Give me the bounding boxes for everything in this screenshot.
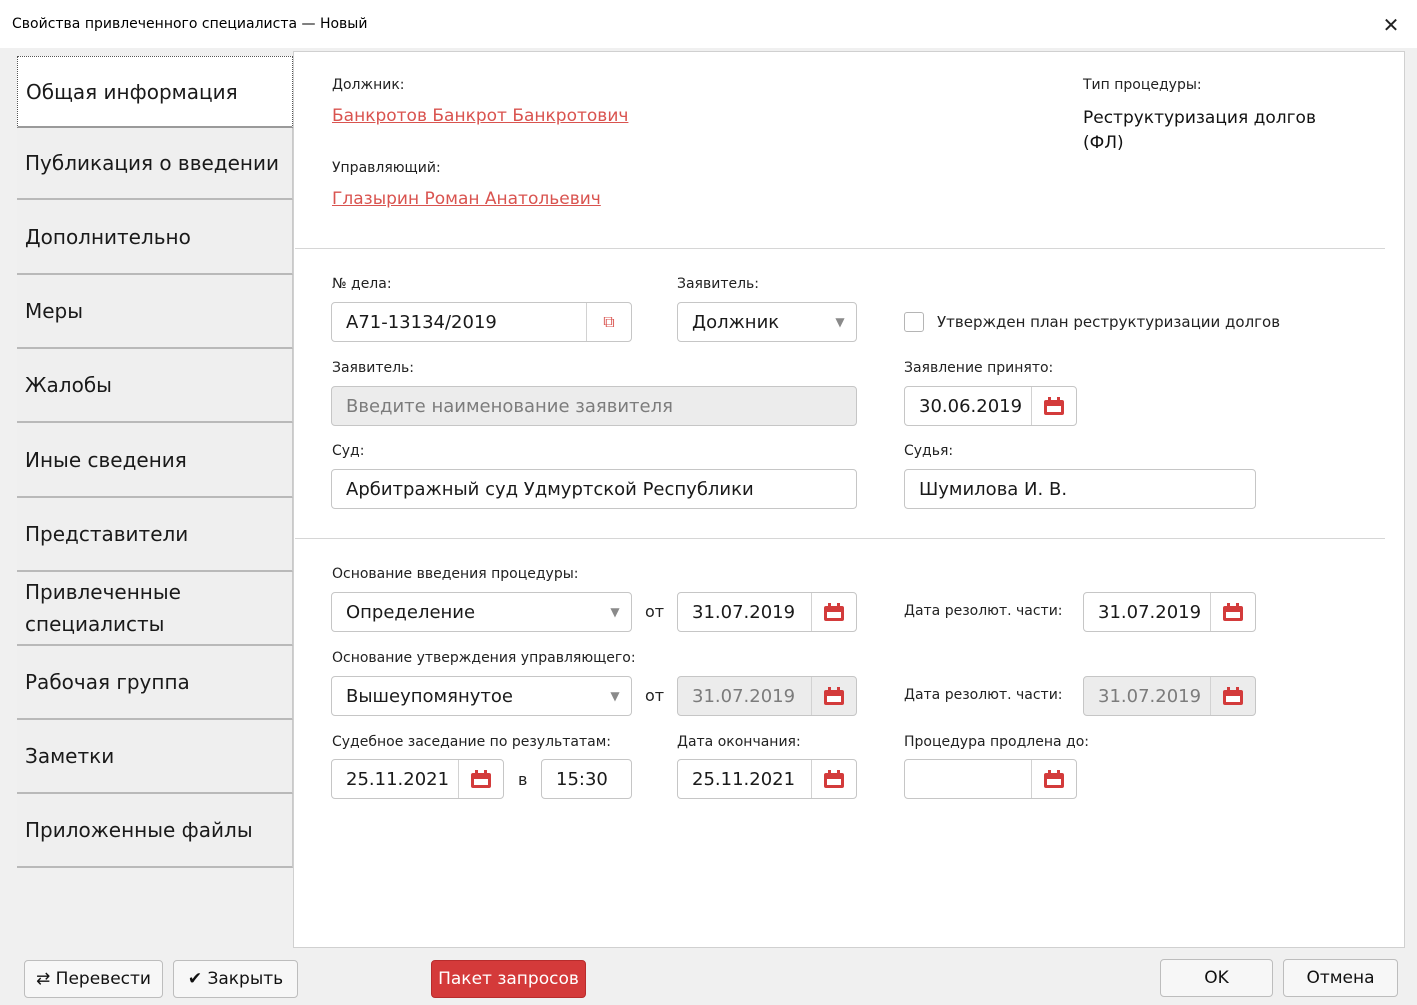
procedure-type-value: Реструктуризация долгов (ФЛ): [1083, 108, 1316, 153]
resolution-date-value: 31.07.2019: [1098, 601, 1202, 623]
chevron-down-icon: ▼: [835, 315, 845, 329]
calendar-icon[interactable]: [1031, 387, 1076, 425]
tab-attached-files[interactable]: Приложенные файлы: [17, 794, 293, 868]
resolution-date-label: Дата резолют. части:: [904, 687, 1063, 703]
plan-approved-checkbox[interactable]: [904, 312, 924, 332]
ok-button[interactable]: OK: [1160, 959, 1273, 997]
basis-manager-date-field[interactable]: 31.07.2019: [677, 676, 857, 716]
debtor-label: Должник:: [332, 77, 405, 93]
request-package-button[interactable]: Пакет запросов: [431, 960, 586, 998]
calendar-icon[interactable]: [458, 760, 503, 798]
tab-publication[interactable]: Публикация о введении: [17, 128, 293, 200]
tab-label: Заметки: [25, 744, 115, 768]
tab-notes[interactable]: Заметки: [17, 720, 293, 794]
basis-intro-label: Основание введения процедуры:: [332, 566, 579, 582]
calendar-icon[interactable]: [1210, 593, 1255, 631]
court-label: Суд:: [332, 443, 365, 459]
hearing-time: 15:30: [556, 768, 608, 790]
judge-value: Шумилова И. В.: [919, 478, 1068, 500]
close-button[interactable]: ✔ Закрыть: [173, 960, 298, 998]
hearing-label: Судебное заседание по результатам:: [332, 734, 612, 750]
tab-measures[interactable]: Меры: [17, 275, 293, 349]
tab-label: Меры: [25, 299, 84, 323]
calendar-icon[interactable]: [811, 677, 856, 715]
applicant-name-label: Заявитель:: [332, 360, 415, 376]
tab-label: Дополнительно: [25, 224, 191, 249]
plan-approved-label: Утвержден план реструктуризации долгов: [937, 313, 1281, 331]
basis-intro-date-field[interactable]: 31.07.2019: [677, 592, 857, 632]
end-date-label: Дата окончания:: [677, 734, 801, 750]
case-number-field[interactable]: А71-13134/2019 ⧉: [331, 302, 632, 342]
from-label: от: [645, 686, 665, 705]
tab-label: Привлеченные специалисты: [25, 580, 181, 636]
tab-general-info[interactable]: Общая информация: [17, 56, 293, 128]
court-value: Арбитражный суд Удмуртской Республики: [346, 478, 754, 500]
calendar-icon[interactable]: [811, 593, 856, 631]
procedure-type-label: Тип процедуры:: [1083, 77, 1202, 93]
close-icon[interactable]: ✕: [1378, 12, 1404, 38]
judge-label: Судья:: [904, 443, 954, 459]
divider: [295, 538, 1385, 539]
basis-intro-date: 31.07.2019: [692, 601, 796, 623]
tab-label: Общая информация: [26, 79, 238, 104]
debtor-link[interactable]: Банкротов Банкрот Банкротович: [332, 106, 628, 126]
applicant-name-placeholder: Введите наименование заявителя: [346, 395, 673, 417]
chevron-down-icon: ▼: [610, 689, 620, 703]
from-label: от: [645, 602, 665, 621]
hearing-date: 25.11.2021: [346, 768, 450, 790]
open-external-icon[interactable]: ⧉: [586, 303, 631, 341]
basis-manager-date: 31.07.2019: [692, 685, 796, 707]
tab-label: Публикация о введении: [25, 151, 280, 175]
case-number-value: А71-13134/2019: [346, 311, 497, 333]
window-title: Свойства привлеченного специалиста — Нов…: [12, 16, 368, 32]
basis-manager-label: Основание утверждения управляющего:: [332, 650, 636, 666]
tab-specialists[interactable]: Привлеченные специалисты: [17, 572, 293, 646]
manager-link[interactable]: Глазырин Роман Анатольевич: [332, 189, 601, 209]
applicant-type-label: Заявитель:: [677, 276, 760, 292]
statement-accepted-label: Заявление принято:: [904, 360, 1054, 376]
hearing-time-field[interactable]: 15:30: [541, 759, 632, 799]
extended-date-field[interactable]: [904, 759, 1077, 799]
divider: [295, 248, 1385, 249]
basis-intro-select[interactable]: Определение ▼: [331, 592, 632, 632]
basis-manager-select[interactable]: Вышеупомянутое ▼: [331, 676, 632, 716]
applicant-type-select[interactable]: Должник ▼: [677, 302, 857, 342]
applicant-name-input[interactable]: Введите наименование заявителя: [331, 386, 857, 426]
tab-additional[interactable]: Дополнительно: [17, 200, 293, 275]
calendar-icon[interactable]: [1210, 677, 1255, 715]
tab-label: Рабочая группа: [25, 670, 190, 694]
tab-label: Приложенные файлы: [25, 818, 253, 842]
resolution-date-field[interactable]: 31.07.2019: [1083, 676, 1256, 716]
end-date-field[interactable]: 25.11.2021: [677, 759, 857, 799]
court-field[interactable]: Арбитражный суд Удмуртской Республики: [331, 469, 857, 509]
statement-accepted-date-field[interactable]: 30.06.2019: [904, 386, 1077, 426]
end-date: 25.11.2021: [692, 768, 796, 790]
resolution-date-label: Дата резолют. части:: [904, 603, 1063, 619]
chevron-down-icon: ▼: [610, 605, 620, 619]
tab-label: Представители: [25, 522, 189, 546]
judge-field[interactable]: Шумилова И. В.: [904, 469, 1256, 509]
tab-label: Жалобы: [25, 373, 112, 397]
tab-label: Иные сведения: [25, 447, 187, 472]
transfer-button[interactable]: ⇄ Перевести: [24, 960, 163, 998]
hearing-date-field[interactable]: 25.11.2021: [331, 759, 504, 799]
basis-manager-value: Вышеупомянутое: [346, 685, 513, 707]
at-label: в: [518, 770, 528, 789]
case-number-label: № дела:: [332, 276, 392, 292]
tab-work-group[interactable]: Рабочая группа: [17, 646, 293, 720]
applicant-type-value: Должник: [692, 311, 780, 333]
tab-other-info[interactable]: Иные сведения: [17, 423, 293, 498]
manager-label: Управляющий:: [332, 160, 441, 176]
tab-complaints[interactable]: Жалобы: [17, 349, 293, 423]
tab-representatives[interactable]: Представители: [17, 498, 293, 572]
calendar-icon[interactable]: [1031, 760, 1076, 798]
resolution-date-field[interactable]: 31.07.2019: [1083, 592, 1256, 632]
extended-label: Процедура продлена до:: [904, 734, 1089, 750]
resolution-date-value: 31.07.2019: [1098, 685, 1202, 707]
cancel-button[interactable]: Отмена: [1283, 959, 1398, 997]
calendar-icon[interactable]: [811, 760, 856, 798]
statement-accepted-date: 30.06.2019: [919, 395, 1023, 417]
basis-intro-value: Определение: [346, 601, 476, 623]
